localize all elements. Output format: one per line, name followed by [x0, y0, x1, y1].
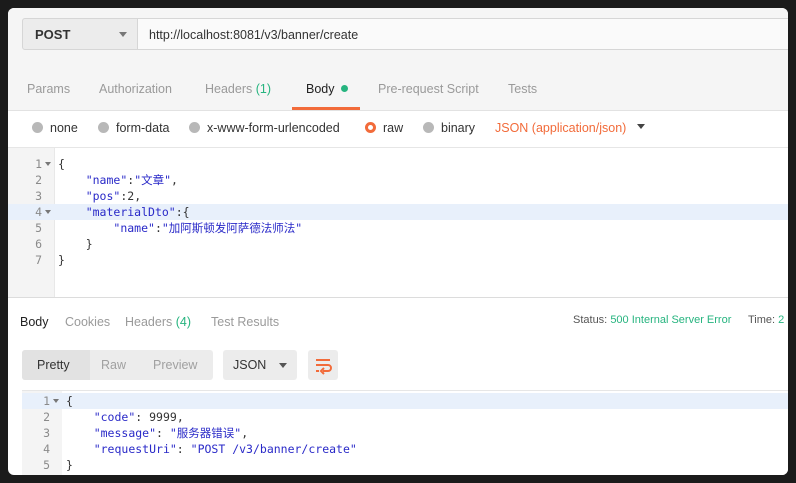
- radio-icon: [98, 122, 109, 133]
- headers-count: (1): [255, 82, 272, 96]
- code-line: 1 {: [22, 393, 788, 409]
- view-raw-button[interactable]: Raw: [101, 358, 126, 372]
- status-value[interactable]: 500 Internal Server Error: [610, 314, 731, 326]
- code-line: 5 "name":"加阿斯顿发阿萨德法师法": [35, 221, 303, 235]
- wrap-lines-icon: [316, 359, 332, 375]
- tab-response-headers[interactable]: Headers (4): [125, 315, 191, 329]
- code-line: 5 }: [43, 458, 73, 472]
- fold-arrow-icon[interactable]: [45, 210, 51, 214]
- tab-body[interactable]: Body: [306, 82, 348, 96]
- tab-authorization[interactable]: Authorization: [99, 82, 172, 96]
- chevron-down-icon: [119, 32, 127, 37]
- code-line: 2 "name":"文章",: [35, 173, 178, 187]
- time-value[interactable]: 2: [778, 314, 784, 326]
- radio-icon: [189, 122, 200, 133]
- url-input[interactable]: http://localhost:8081/v3/banner/create: [138, 18, 788, 50]
- view-pretty-button[interactable]: Pretty: [37, 358, 70, 372]
- code-line: 7 }: [35, 253, 65, 267]
- fold-arrow-icon[interactable]: [53, 399, 59, 403]
- response-body-viewer[interactable]: 1 { 2 "code": 9999, 3 "message": "服务器错误"…: [22, 390, 788, 475]
- code-line: 2 "code": 9999,: [43, 410, 184, 424]
- method-select[interactable]: POST: [22, 18, 138, 50]
- time-readout: Time: 2: [748, 314, 785, 326]
- chevron-down-icon: [279, 363, 287, 368]
- fold-arrow-icon[interactable]: [45, 162, 51, 166]
- method-label: POST: [35, 27, 71, 42]
- tab-cookies[interactable]: Cookies: [65, 315, 110, 329]
- view-mode-segmented: Pretty Raw Preview: [22, 350, 213, 380]
- content-type-select[interactable]: JSON (application/json): [495, 121, 626, 135]
- response-headers-count: (4): [175, 315, 192, 329]
- tab-params[interactable]: Params: [27, 82, 70, 96]
- radio-raw[interactable]: raw: [365, 121, 403, 135]
- active-tab-indicator: [292, 107, 360, 110]
- radio-binary[interactable]: binary: [423, 121, 475, 135]
- tab-headers[interactable]: Headers (1): [205, 82, 271, 96]
- body-type-selector: none form-data x-www-form-urlencoded raw…: [8, 111, 788, 145]
- response-tabs: Body Cookies Headers (4) Test Results St…: [8, 298, 788, 336]
- code-line: 6 }: [35, 237, 93, 251]
- code-line: 3 "pos":2,: [35, 189, 142, 203]
- code-line: 3 "message": "服务器错误",: [43, 426, 249, 440]
- status-readout: Status: 500 Internal Server Error: [573, 314, 732, 326]
- format-label: JSON: [233, 358, 267, 372]
- response-toolbar: Pretty Raw Preview JSON: [8, 338, 788, 390]
- radio-none[interactable]: none: [32, 121, 78, 135]
- postman-window: POST http://localhost:8081/v3/banner/cre…: [8, 8, 788, 475]
- code-line: 4 "materialDto":{: [8, 204, 788, 220]
- chevron-down-icon[interactable]: [637, 124, 645, 129]
- request-tabs: Params Authorization Headers (1) Body Pr…: [8, 70, 788, 111]
- request-body-editor[interactable]: 1 { 2 "name":"文章", 3 "pos":2, 4 "materia…: [8, 147, 788, 298]
- code-line: 1 {: [35, 157, 65, 171]
- wrap-lines-button[interactable]: [308, 350, 338, 380]
- url-text: http://localhost:8081/v3/banner/create: [149, 28, 359, 42]
- tab-response-body[interactable]: Body: [20, 315, 49, 329]
- radio-icon: [423, 122, 434, 133]
- radio-icon: [32, 122, 43, 133]
- radio-x-www-form-urlencoded[interactable]: x-www-form-urlencoded: [189, 121, 340, 135]
- radio-selected-icon: [365, 122, 376, 133]
- view-preview-button[interactable]: Preview: [153, 358, 197, 372]
- request-url-bar: POST http://localhost:8081/v3/banner/cre…: [8, 8, 788, 70]
- format-select[interactable]: JSON: [223, 350, 297, 380]
- tab-tests[interactable]: Tests: [508, 82, 537, 96]
- body-modified-dot-icon: [340, 85, 348, 92]
- tab-pre-request-script[interactable]: Pre-request Script: [378, 82, 479, 96]
- radio-form-data[interactable]: form-data: [98, 121, 170, 135]
- tab-test-results[interactable]: Test Results: [211, 315, 279, 329]
- code-line: 4 "requestUri": "POST /v3/banner/create": [43, 442, 357, 456]
